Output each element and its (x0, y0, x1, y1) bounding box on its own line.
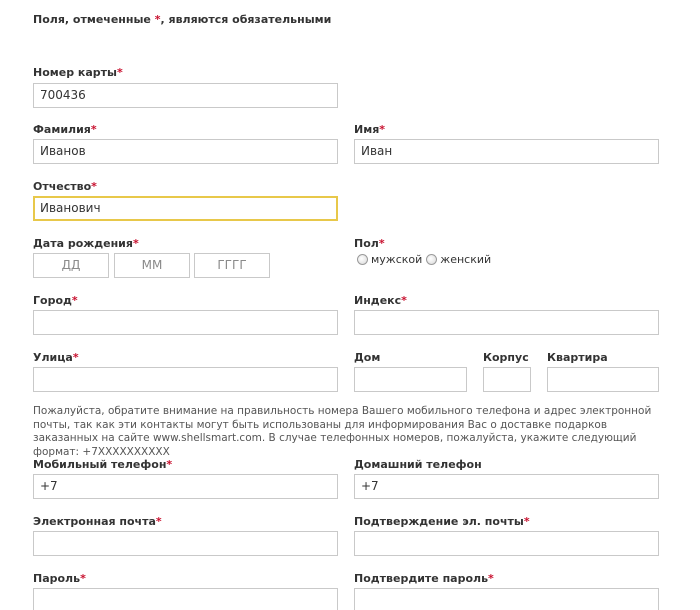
required-star: * (71, 294, 78, 307)
street-input[interactable] (33, 367, 338, 392)
city-label: Город* (33, 294, 78, 307)
mobile-phone-label: Мобильный телефон* (33, 458, 173, 471)
password-confirm-label: Подтвердите пароль* (354, 572, 494, 585)
required-star: * (155, 515, 162, 528)
house-input[interactable] (354, 367, 467, 392)
apartment-label: Квартира (547, 351, 608, 364)
house-label: Дом (354, 351, 381, 364)
password-confirm-input[interactable] (354, 588, 659, 610)
city-input[interactable] (33, 310, 338, 335)
required-star: * (378, 237, 385, 250)
building-input[interactable] (483, 367, 531, 392)
apartment-input[interactable] (547, 367, 659, 392)
home-phone-label: Домашний телефон (354, 458, 482, 471)
card-number-label: Номер карты* (33, 66, 123, 79)
gender-radio-group: мужской женский (357, 253, 495, 266)
gender-female-radio[interactable] (426, 254, 438, 265)
home-phone-input[interactable]: +7 (354, 474, 659, 499)
required-note-text: Поля, отмеченные (33, 13, 155, 26)
required-fields-note: Поля, отмеченные *, являются обязательны… (33, 13, 331, 26)
street-label: Улица* (33, 351, 79, 364)
mobile-phone-input[interactable]: +7 (33, 474, 338, 499)
birth-year-input[interactable]: ГГГГ (194, 253, 270, 278)
last-name-label: Фамилия* (33, 123, 97, 136)
building-label: Корпус (483, 351, 529, 364)
required-star: * (523, 515, 530, 528)
first-name-input[interactable]: Иван (354, 139, 659, 164)
gender-male-label[interactable]: мужской (371, 253, 422, 266)
required-star: * (117, 66, 123, 79)
last-name-input[interactable]: Иванов (33, 139, 338, 164)
birth-day-input[interactable]: ДД (33, 253, 109, 278)
required-star: * (379, 123, 386, 136)
required-star: * (401, 294, 407, 307)
gender-female-label[interactable]: женский (440, 253, 491, 266)
gender-male-radio[interactable] (357, 254, 368, 265)
required-star: * (166, 458, 173, 471)
required-star: * (72, 351, 79, 364)
contact-info-note: Пожалуйста, обратите внимание на правиль… (33, 405, 652, 458)
email-confirm-label: Подтверждение эл. почты* (354, 515, 530, 528)
required-star: * (132, 237, 139, 250)
postal-code-label: Индекс* (354, 294, 407, 307)
birth-month-input[interactable]: ММ (114, 253, 190, 278)
password-label: Пароль* (33, 572, 86, 585)
required-note-text-end: , являются обязательными (160, 13, 332, 26)
card-number-input[interactable]: 700436 (33, 83, 338, 108)
email-input[interactable] (33, 531, 338, 556)
patronymic-label: Отчество* (33, 180, 97, 193)
required-star: * (488, 572, 494, 585)
first-name-label: Имя* (354, 123, 386, 136)
required-star: * (90, 123, 97, 136)
required-star: * (91, 180, 97, 193)
postal-code-input[interactable] (354, 310, 659, 335)
required-star: * (80, 572, 86, 585)
email-confirm-input[interactable] (354, 531, 659, 556)
password-input[interactable] (33, 588, 338, 610)
patronymic-input[interactable]: Иванович (33, 196, 338, 221)
birth-date-label: Дата рождения* (33, 237, 139, 250)
gender-label: Пол* (354, 237, 385, 250)
email-label: Электронная почта* (33, 515, 162, 528)
